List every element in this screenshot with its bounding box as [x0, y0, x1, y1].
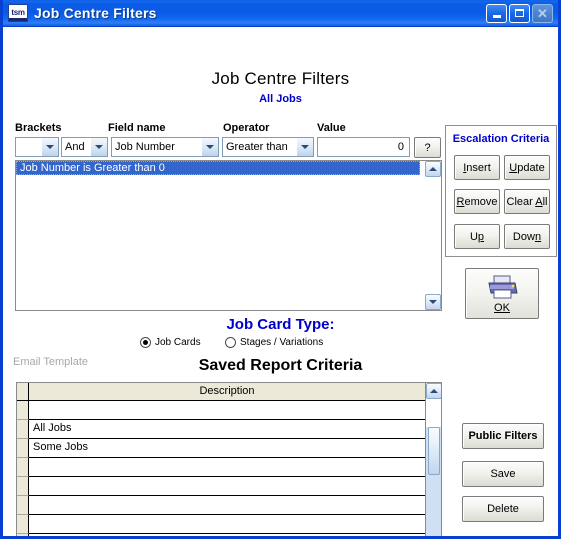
cell-description[interactable]: All Jobs [29, 420, 425, 439]
brackets-combo[interactable] [15, 137, 59, 157]
row-selector-cell[interactable] [17, 515, 29, 534]
saved-report-title: Saved Report Criteria [198, 357, 363, 374]
page-title: Job Centre Filters [211, 69, 350, 88]
delete-button[interactable]: Delete [462, 496, 544, 522]
title-bar[interactable]: tsm Job Centre Filters ✕ [3, 0, 558, 27]
row-selector-cell[interactable] [17, 458, 29, 477]
help-button[interactable]: ? [414, 137, 441, 158]
ok-button[interactable]: OK [465, 268, 539, 319]
scroll-track[interactable] [425, 177, 441, 294]
row-selector-cell[interactable] [17, 420, 29, 439]
column-header-description[interactable]: Description [29, 383, 425, 401]
row-selector-cell[interactable] [17, 401, 29, 420]
page-subtitle: All Jobs [259, 93, 302, 105]
radio-selected-icon[interactable] [140, 337, 151, 348]
conjunction-combo[interactable]: And [61, 137, 108, 157]
scroll-thumb[interactable] [427, 427, 440, 475]
radio-unselected-icon[interactable] [225, 337, 236, 348]
job-card-type-title: Job Card Type: [226, 316, 335, 333]
ok-button-label: OK [494, 301, 510, 314]
radio-job-cards-label: Job Cards [155, 337, 201, 348]
insert-button[interactable]: Insert [454, 155, 500, 180]
app-icon-label: tsm [11, 8, 25, 17]
cell-description[interactable] [29, 496, 425, 515]
saved-report-grid[interactable]: Description All Jobs Some Jobs [16, 382, 442, 536]
scroll-up-icon[interactable] [426, 383, 441, 399]
field-name-combo[interactable]: Job Number [111, 137, 219, 157]
row-selector-cell[interactable] [17, 439, 29, 458]
table-row[interactable]: All Jobs [17, 420, 425, 439]
save-button[interactable]: Save [462, 461, 544, 487]
scroll-track[interactable] [426, 427, 441, 536]
clear-all-button[interactable]: Clear All [504, 189, 550, 214]
down-button[interactable]: Down [504, 224, 550, 249]
grid-header-row: Description [17, 383, 425, 401]
remove-button[interactable]: Remove [454, 189, 500, 214]
tsm-app-icon: tsm [8, 4, 28, 22]
chevron-down-icon[interactable] [90, 138, 107, 156]
table-row[interactable] [17, 401, 425, 420]
row-selector-cell[interactable] [17, 496, 29, 515]
criteria-listbox-scrollbar[interactable] [425, 161, 441, 310]
table-row[interactable] [17, 534, 425, 536]
escalation-criteria-title: Escalation Criteria [452, 133, 550, 145]
label-brackets: Brackets [15, 122, 62, 134]
conjunction-combo-value: And [65, 141, 85, 153]
public-filters-button[interactable]: Public Filters [462, 423, 544, 449]
table-row[interactable] [17, 496, 425, 515]
up-button[interactable]: Up [454, 224, 500, 249]
minimize-icon[interactable] [486, 3, 507, 23]
chevron-down-icon[interactable] [296, 138, 313, 156]
close-icon[interactable]: ✕ [532, 3, 553, 23]
operator-combo-value: Greater than [226, 141, 288, 153]
table-row[interactable] [17, 515, 425, 534]
cell-description[interactable]: Some Jobs [29, 439, 425, 458]
cell-description[interactable] [29, 534, 425, 536]
chevron-down-icon[interactable] [41, 138, 58, 156]
scroll-up-icon[interactable] [425, 161, 441, 177]
cell-description[interactable] [29, 515, 425, 534]
update-button[interactable]: Update [504, 155, 550, 180]
chevron-down-icon[interactable] [201, 138, 218, 156]
cell-description[interactable] [29, 477, 425, 496]
printer-icon [488, 275, 518, 298]
row-selector-cell[interactable] [17, 534, 29, 536]
table-row[interactable]: Some Jobs [17, 439, 425, 458]
app-icon-underbar [9, 18, 27, 21]
label-field-name: Field name [108, 122, 166, 134]
label-operator: Operator [223, 122, 270, 134]
list-item[interactable]: Job Number is Greater than 0 [16, 161, 420, 175]
label-value: Value [317, 122, 346, 134]
job-centre-filters-window: tsm Job Centre Filters ✕ Job Centre Filt… [0, 0, 561, 539]
window-controls: ✕ [486, 3, 556, 23]
scroll-down-icon[interactable] [425, 294, 441, 310]
cell-description[interactable] [29, 458, 425, 477]
grid-corner-cell [17, 383, 29, 401]
value-input[interactable]: 0 [317, 137, 410, 157]
saved-report-grid-body: Description All Jobs Some Jobs [17, 383, 425, 536]
row-selector-cell[interactable] [17, 477, 29, 496]
criteria-listbox[interactable]: Job Number is Greater than 0 [15, 160, 442, 311]
table-row[interactable] [17, 458, 425, 477]
radio-stages-variations[interactable]: Stages / Variations [225, 337, 323, 348]
table-row[interactable] [17, 477, 425, 496]
maximize-icon[interactable] [509, 3, 530, 23]
saved-report-grid-scrollbar[interactable] [425, 383, 441, 536]
field-name-combo-value: Job Number [115, 141, 175, 153]
cell-description[interactable] [29, 401, 425, 420]
window-title: Job Centre Filters [34, 5, 157, 21]
operator-combo[interactable]: Greater than [222, 137, 314, 157]
client-area: Job Centre Filters All Jobs Brackets Fie… [3, 27, 558, 536]
radio-stages-variations-label: Stages / Variations [240, 337, 324, 348]
radio-job-cards[interactable]: Job Cards [140, 337, 201, 348]
